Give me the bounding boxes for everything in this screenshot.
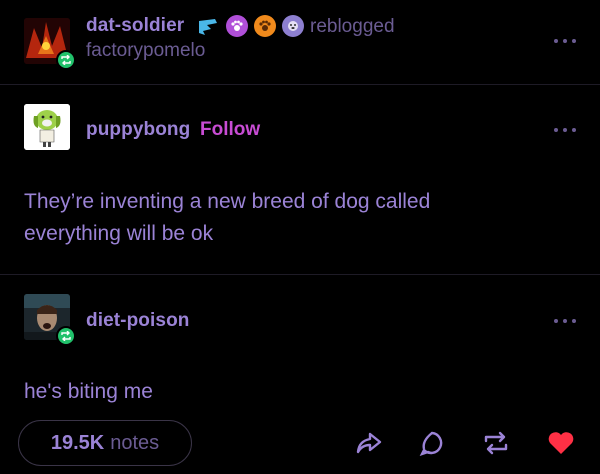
post-text: They’re inventing a new breed of dog cal…	[24, 190, 431, 245]
reblogged-label: reblogged	[310, 16, 395, 37]
paw-orange-badge-icon	[254, 15, 276, 37]
share-icon[interactable]	[354, 428, 384, 458]
blue-badge-icon	[196, 16, 220, 38]
source-blog-name[interactable]: factorypomelo	[86, 40, 205, 62]
more-options-icon[interactable]	[554, 125, 576, 135]
more-options-icon[interactable]	[554, 36, 576, 46]
author-avatar[interactable]	[24, 104, 70, 150]
reblog-badge-icon	[56, 326, 76, 346]
notes-count: 19.5K	[50, 431, 105, 454]
reblog-icon[interactable]	[481, 428, 511, 458]
notes-button[interactable]: 19.5K notes	[18, 420, 192, 466]
post-author-name[interactable]: puppybong	[86, 119, 190, 141]
follow-button[interactable]: Follow	[200, 119, 260, 141]
post-author-name[interactable]: diet-poison	[86, 310, 189, 332]
divider	[0, 274, 600, 275]
more-options-icon[interactable]	[554, 316, 576, 326]
post-text: he's biting me	[24, 380, 153, 403]
notes-label: notes	[110, 431, 160, 454]
reply-icon[interactable]	[417, 428, 447, 458]
reblogger-name[interactable]: dat-soldier	[86, 15, 184, 37]
tumblr-post: dat-soldier reblogged factorypomelo pupp…	[0, 0, 600, 474]
like-icon[interactable]	[546, 428, 576, 458]
dog-face-badge-icon	[282, 15, 304, 37]
divider	[0, 84, 600, 85]
reblog-badge-icon	[56, 50, 76, 70]
paw-badge-icon	[226, 15, 248, 37]
